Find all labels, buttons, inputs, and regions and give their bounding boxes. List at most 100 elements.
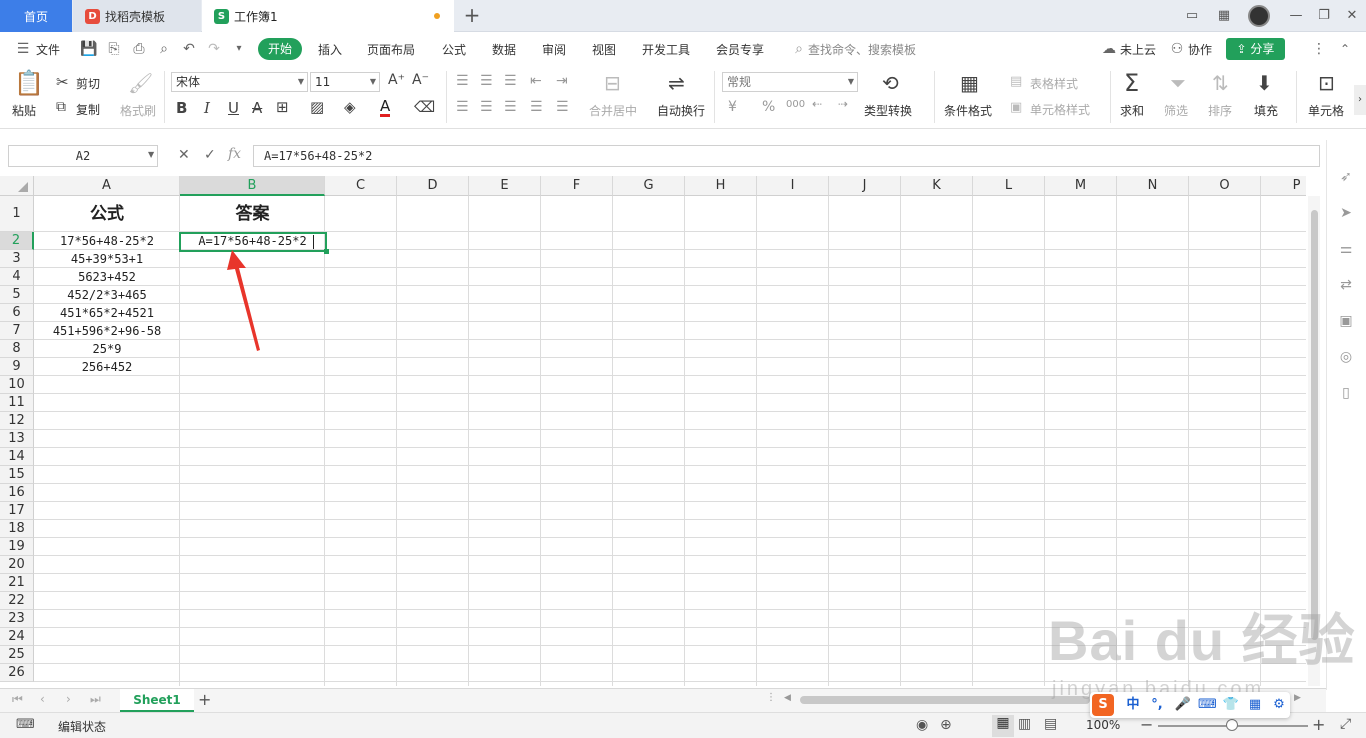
row-header-20[interactable]: 20 <box>0 556 34 574</box>
next-sheet-icon[interactable]: › <box>66 692 71 706</box>
macro-record-icon[interactable]: ⌨ <box>16 717 35 732</box>
restore-icon[interactable]: ❐ <box>1314 6 1334 26</box>
skin-icon[interactable]: 👕 <box>1222 696 1240 714</box>
cell-a6[interactable]: 451*65*2+4521 <box>34 304 180 322</box>
align-top-icon[interactable]: ☰ <box>456 73 469 89</box>
row-header-21[interactable]: 21 <box>0 574 34 592</box>
row-header-7[interactable]: 7 <box>0 322 34 340</box>
column-header-n[interactable]: N <box>1117 176 1189 196</box>
add-sheet-icon[interactable]: + <box>198 690 211 709</box>
print-preview-icon[interactable]: ⌕ <box>155 40 173 58</box>
customize-quick-access-icon[interactable]: ▾ <box>230 40 248 58</box>
column-header-m[interactable]: M <box>1045 176 1117 196</box>
row-header-17[interactable]: 17 <box>0 502 34 520</box>
name-box[interactable]: A2 <box>8 145 158 167</box>
autosum-button[interactable]: 求和 <box>1120 102 1144 119</box>
new-tab-button[interactable]: + <box>460 4 484 28</box>
fill-button[interactable]: 填充 <box>1254 102 1278 119</box>
minimize-icon[interactable]: — <box>1286 6 1306 26</box>
cell-style-button[interactable]: 单元格样式 <box>1030 101 1090 118</box>
row-header-10[interactable]: 10 <box>0 376 34 394</box>
clear-format-icon[interactable]: ⌫ <box>414 98 435 116</box>
paste-icon[interactable]: 📋 <box>14 69 44 97</box>
formula-input[interactable]: A=17*56+48-25*2 <box>253 145 1320 167</box>
confirm-icon[interactable]: ✓ <box>204 147 216 163</box>
align-bottom-icon[interactable]: ☰ <box>504 73 517 89</box>
ribbon-scroll-right-icon[interactable]: › <box>1354 85 1366 115</box>
indent-decrease-icon[interactable]: ⇤ <box>530 73 542 89</box>
column-header-i[interactable]: I <box>757 176 829 196</box>
settings-icon[interactable]: ⚙ <box>1270 696 1288 714</box>
row-header-22[interactable]: 22 <box>0 592 34 610</box>
tab-home[interactable]: 首页 <box>0 0 72 32</box>
cell-a4[interactable]: 5623+452 <box>34 268 180 286</box>
row-header-13[interactable]: 13 <box>0 430 34 448</box>
bold-button[interactable]: B <box>176 99 187 117</box>
input-lang-icon[interactable]: ⊕ <box>940 717 952 733</box>
menu-insert[interactable]: 插入 <box>318 41 342 58</box>
zoom-level[interactable]: 100% <box>1086 718 1120 732</box>
row-header-24[interactable]: 24 <box>0 628 34 646</box>
horizontal-scroll-thumb[interactable] <box>800 696 1090 704</box>
scroll-left-icon[interactable]: ◀ <box>784 693 791 703</box>
filter-button[interactable]: 筛选 <box>1164 102 1188 119</box>
increase-font-icon[interactable]: A⁺ <box>388 72 405 88</box>
ime-toolbar[interactable]: S 中 °, 🎤 ⌨ 👕 ▦ ⚙ <box>1090 692 1290 718</box>
row-header-19[interactable]: 19 <box>0 538 34 556</box>
align-middle-icon[interactable]: ☰ <box>480 73 493 89</box>
row-header-1[interactable]: 1 <box>0 196 34 232</box>
wrap-text-button[interactable]: 自动换行 <box>657 102 705 119</box>
cell-a3[interactable]: 45+39*53+1 <box>34 250 180 268</box>
cut-button[interactable]: 剪切 <box>76 75 100 92</box>
sort-button[interactable]: 排序 <box>1208 102 1232 119</box>
copy-button[interactable]: 复制 <box>76 101 100 118</box>
row-header-4[interactable]: 4 <box>0 268 34 286</box>
column-header-e[interactable]: E <box>469 176 541 196</box>
normal-view-icon[interactable]: ▦ <box>992 715 1014 737</box>
type-convert-button[interactable]: 类型转换 <box>864 102 912 119</box>
menu-file[interactable]: 文件 <box>36 41 60 58</box>
decrease-font-icon[interactable]: A⁻ <box>412 72 429 88</box>
merge-center-button[interactable]: 合并居中 <box>589 102 637 119</box>
column-header-d[interactable]: D <box>397 176 469 196</box>
brand-icon[interactable]: ◎ <box>1335 346 1357 368</box>
image-icon[interactable]: ▣ <box>1335 310 1357 332</box>
menu-home-tab[interactable]: 开始 <box>258 38 302 60</box>
row-header-14[interactable]: 14 <box>0 448 34 466</box>
indent-increase-icon[interactable]: ⇥ <box>556 73 568 89</box>
punctuation-icon[interactable]: °, <box>1148 696 1166 714</box>
ime-lang-toggle[interactable]: 中 <box>1124 696 1142 714</box>
underline-button[interactable]: U <box>228 99 239 117</box>
column-header-h[interactable]: H <box>685 176 757 196</box>
column-header-k[interactable]: K <box>901 176 973 196</box>
decrease-decimal-icon[interactable]: ⇢ <box>838 97 848 111</box>
close-icon[interactable]: ✕ <box>1342 6 1362 26</box>
justify-icon[interactable]: ☰ <box>530 99 543 115</box>
row-header-5[interactable]: 5 <box>0 286 34 304</box>
fill-pattern-icon[interactable]: ▨ <box>310 98 324 116</box>
zoom-slider-handle[interactable] <box>1226 719 1238 731</box>
menu-data[interactable]: 数据 <box>492 41 516 58</box>
microphone-icon[interactable]: 🎤 <box>1174 696 1192 714</box>
font-color-button[interactable]: A <box>380 98 391 117</box>
transfer-icon[interactable]: ⇄ <box>1335 274 1357 296</box>
cell-button[interactable]: 单元格 <box>1308 102 1344 119</box>
toolbox-icon[interactable]: ▦ <box>1246 696 1264 714</box>
align-left-icon[interactable]: ☰ <box>456 99 469 115</box>
scroll-right-icon[interactable]: ▶ <box>1294 693 1301 703</box>
more-icon[interactable]: ⋮ <box>1310 40 1328 58</box>
command-search[interactable]: 查找命令、搜索模板 <box>808 41 916 58</box>
cell-a2[interactable]: 17*56+48-25*2 <box>34 232 180 250</box>
row-header-25[interactable]: 25 <box>0 646 34 664</box>
row-header-9[interactable]: 9 <box>0 358 34 376</box>
fill-handle[interactable] <box>324 249 329 254</box>
cell-b1[interactable]: 答案 <box>180 196 325 232</box>
book-icon[interactable]: ▯ <box>1335 382 1357 404</box>
percent-button[interactable]: % <box>762 99 775 115</box>
page-break-view-icon[interactable]: ▤ <box>1044 716 1057 732</box>
tab-workbook[interactable]: S 工作簿1 <box>202 0 454 32</box>
row-header-2[interactable]: 2 <box>0 232 34 250</box>
paste-button[interactable]: 粘贴 <box>12 102 36 119</box>
strikethrough-button[interactable]: A <box>252 99 262 117</box>
hamburger-icon[interactable]: ☰ <box>14 40 32 58</box>
